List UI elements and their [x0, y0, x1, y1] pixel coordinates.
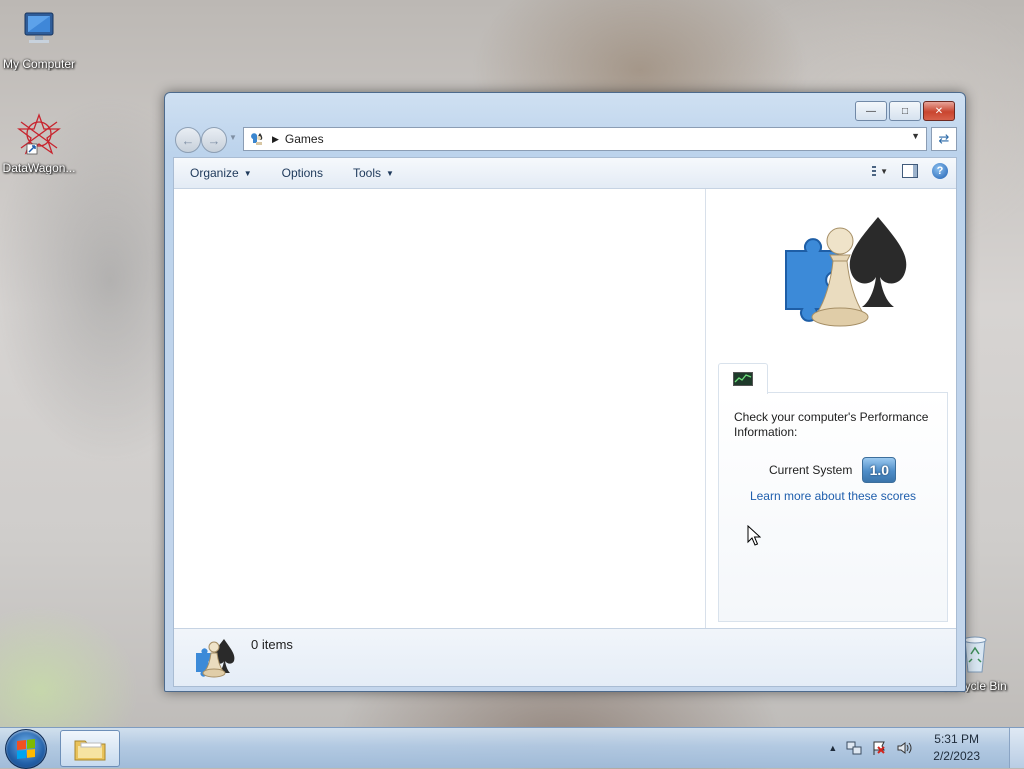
folder-icon	[74, 740, 106, 760]
help-button[interactable]: ?	[932, 163, 948, 179]
maximize-icon: □	[901, 105, 909, 117]
performance-tab[interactable]	[718, 363, 768, 394]
forward-button[interactable]: →	[201, 127, 227, 153]
start-button[interactable]	[5, 729, 47, 769]
performance-title: Check your computer's Performance Inform…	[734, 410, 929, 439]
refresh-icon: ⇄	[938, 131, 950, 146]
address-bar[interactable]: ▶ Games ▼	[243, 127, 927, 151]
games-explorer-window: — □ ✕ ← → ▼ ▶ Games ▼ ⇄ Organize ▼ Optio…	[164, 92, 966, 692]
games-folder-icon	[251, 133, 263, 145]
taskbar-explorer-button[interactable]	[60, 730, 120, 767]
maximize-button[interactable]: □	[889, 101, 921, 121]
recent-pages-dropdown[interactable]: ▼	[229, 133, 237, 142]
desktop-icon-datawagon[interactable]: DataWagon...	[0, 112, 78, 175]
clock-date: 2/2/2023	[933, 749, 980, 763]
learn-more-link[interactable]: Learn more about these scores	[719, 489, 947, 503]
explorer-content: Organize ▼ Options Tools ▼ ▼ ? Check you…	[173, 157, 957, 687]
navigation-bar: ← → ▼ ▶ Games ▼ ⇄	[173, 127, 957, 153]
close-button[interactable]: ✕	[923, 101, 955, 121]
back-button[interactable]: ←	[175, 127, 201, 153]
chevron-down-icon: ▼	[386, 168, 394, 178]
command-bar: Organize ▼ Options Tools ▼ ▼ ?	[174, 158, 956, 189]
taskbar: ▲ 5:31 PM 2/2/2023	[0, 727, 1024, 769]
games-hero-icon	[785, 217, 907, 327]
options-button[interactable]: Options	[264, 166, 335, 180]
computer-icon	[24, 12, 54, 43]
breadcrumb-games[interactable]: Games	[285, 132, 324, 146]
network-icon[interactable]	[846, 740, 862, 756]
score-value: 1.0	[869, 462, 890, 478]
action-center-flag-icon[interactable]	[871, 740, 887, 756]
breadcrumb-separator-icon[interactable]: ▶	[272, 134, 279, 145]
back-arrow-icon: ←	[181, 132, 195, 148]
score-badge: 1.0	[862, 457, 897, 483]
games-list-pane[interactable]	[174, 189, 704, 628]
chevron-down-icon: ▼	[243, 168, 252, 178]
organize-label: Organize	[190, 166, 239, 180]
close-icon: ✕	[934, 105, 944, 117]
performance-monitor-icon	[733, 372, 753, 386]
forward-arrow-icon: →	[207, 132, 221, 148]
performance-panel: Check your computer's Performance Inform…	[718, 392, 948, 622]
tools-label: Tools	[352, 166, 381, 180]
help-icon: ?	[936, 165, 944, 177]
minimize-button[interactable]: —	[855, 101, 887, 121]
item-count: 0 items	[251, 637, 293, 652]
details-pane: 0 items	[174, 628, 956, 686]
options-label: Options	[281, 166, 323, 180]
games-small-icon	[196, 639, 235, 678]
views-icon	[872, 166, 877, 176]
desktop-icon-label: My Computer	[2, 57, 76, 71]
chevron-down-icon: ▼	[880, 166, 888, 176]
address-dropdown-icon[interactable]: ▼	[911, 131, 920, 141]
desktop-icon-label: DataWagon...	[2, 161, 76, 175]
volume-icon[interactable]	[896, 740, 912, 756]
current-system-row: Current System 1.0	[769, 457, 897, 483]
windows-logo-icon	[17, 739, 35, 759]
clock[interactable]: 5:31 PM 2/2/2023	[933, 731, 980, 765]
current-system-label: Current System	[769, 463, 853, 477]
change-view-button[interactable]: ▼	[872, 165, 888, 177]
organize-menu[interactable]: Organize ▼	[174, 166, 264, 180]
show-desktop-button[interactable]	[1009, 728, 1024, 768]
datawagon-icon	[17, 113, 61, 155]
show-hidden-icons-icon[interactable]: ▲	[828, 743, 837, 753]
preview-pane-button[interactable]	[902, 164, 918, 178]
games-info-pane: Check your computer's Performance Inform…	[705, 189, 956, 628]
desktop-icon-my-computer[interactable]: My Computer	[0, 10, 78, 71]
clock-time: 5:31 PM	[934, 732, 979, 746]
window-caption-buttons: — □ ✕	[853, 101, 955, 121]
tools-menu[interactable]: Tools ▼	[335, 166, 406, 180]
system-tray: ▲ 5:31 PM 2/2/2023	[828, 728, 980, 768]
mouse-cursor-icon	[747, 525, 761, 546]
minimize-icon: —	[866, 105, 876, 117]
refresh-button[interactable]: ⇄	[931, 127, 957, 151]
